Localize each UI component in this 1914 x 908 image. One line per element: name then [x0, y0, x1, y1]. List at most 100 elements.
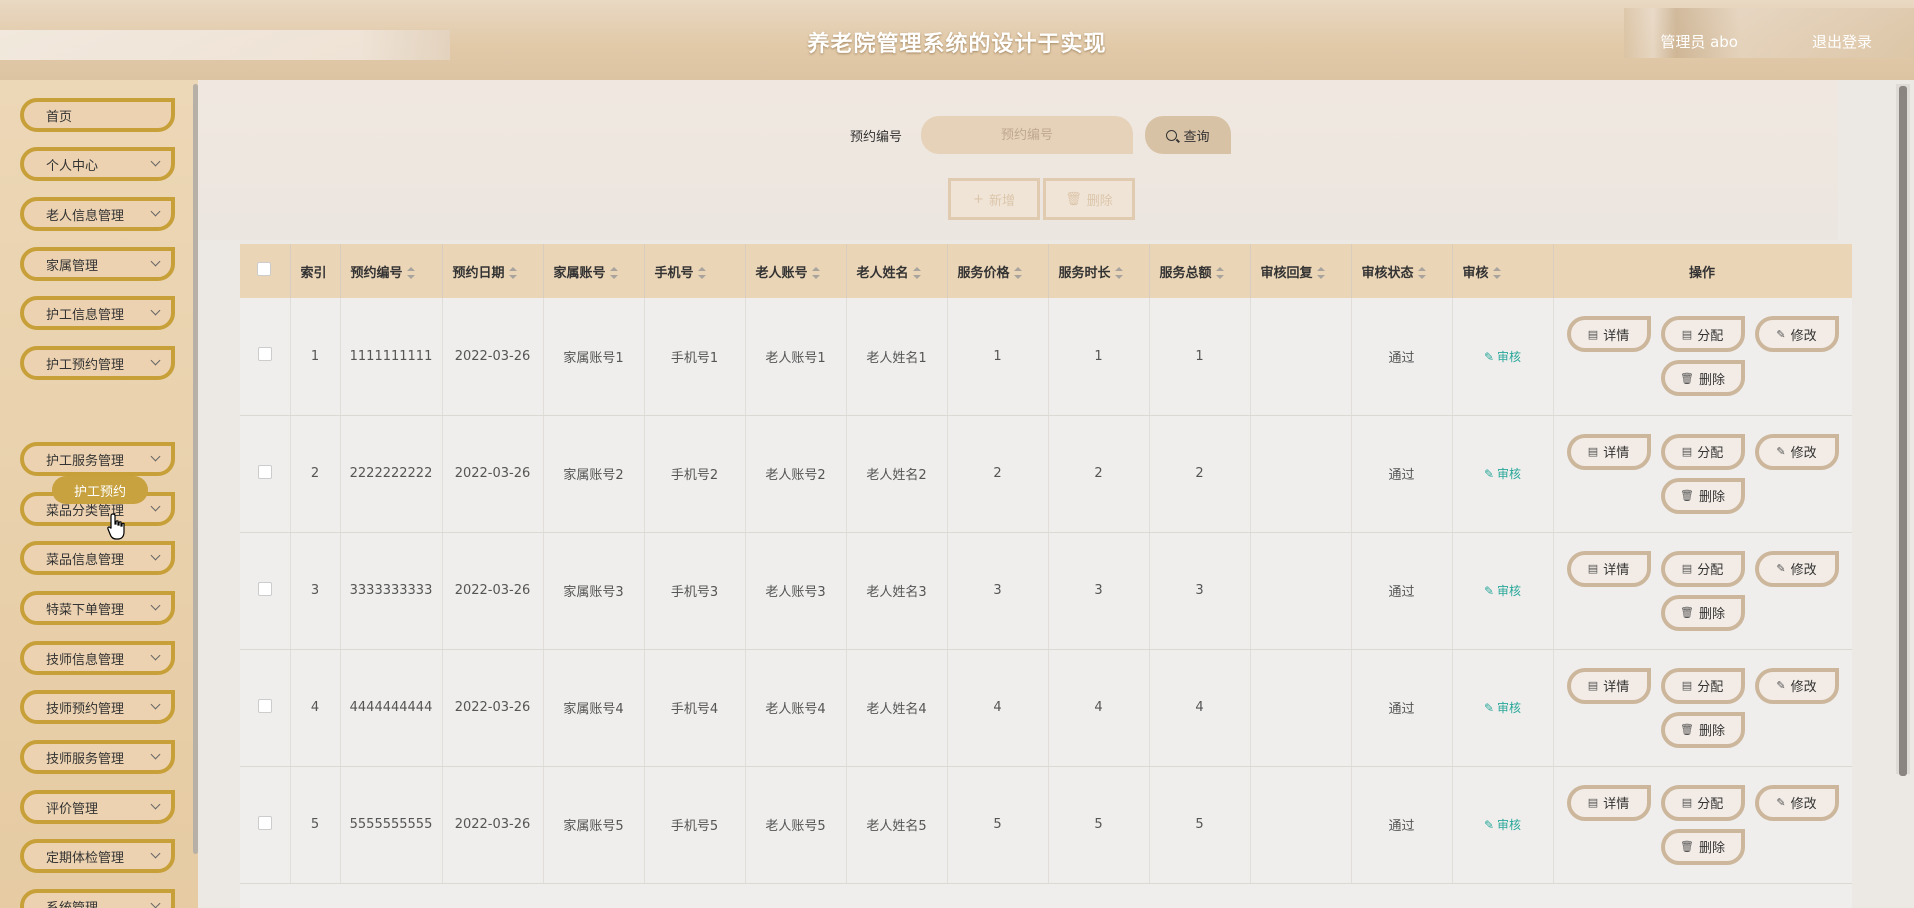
- cell-phone: 手机号1: [644, 298, 746, 416]
- delete-button[interactable]: 🗑 删除: [1660, 711, 1745, 748]
- row-checkbox-cell[interactable]: [240, 532, 291, 650]
- cell-booking-date: 2022-03-26: [442, 766, 544, 884]
- cell-booking-no: 3333333333: [340, 532, 443, 650]
- bulk-delete-button[interactable]: 🗑 删除: [1043, 178, 1135, 220]
- main-scrollbar-thumb[interactable]: [1899, 86, 1907, 776]
- select-all-checkbox[interactable]: [257, 262, 272, 276]
- delete-button[interactable]: 🗑 删除: [1660, 477, 1745, 514]
- col-header-phone[interactable]: 手机号: [644, 244, 746, 298]
- row-checkbox[interactable]: [257, 815, 272, 830]
- row-checkbox[interactable]: [257, 347, 272, 362]
- main-scrollbar[interactable]: [1896, 84, 1910, 776]
- sidebar-item[interactable]: 系统管理: [20, 889, 175, 908]
- row-checkbox-cell[interactable]: [240, 415, 291, 533]
- col-header-booking-no[interactable]: 预约编号: [340, 244, 443, 298]
- col-header-elder-name[interactable]: 老人姓名: [846, 244, 948, 298]
- sort-icon[interactable]: [697, 267, 706, 279]
- trash-icon: 🗑: [1680, 371, 1694, 385]
- booking-no-search-input[interactable]: [921, 116, 1133, 154]
- sort-icon[interactable]: [1013, 267, 1022, 279]
- sort-icon[interactable]: [1417, 267, 1426, 279]
- edit-button[interactable]: ✎ 修改: [1754, 433, 1839, 470]
- sort-icon[interactable]: [406, 267, 415, 279]
- col-header-duration[interactable]: 服务时长: [1048, 244, 1150, 298]
- sidebar-item-label: 评价管理: [46, 801, 99, 817]
- col-header-price[interactable]: 服务价格: [947, 244, 1049, 298]
- row-checkbox[interactable]: [257, 581, 272, 596]
- row-checkbox-cell[interactable]: [240, 298, 291, 416]
- sort-icon[interactable]: [1316, 267, 1325, 279]
- sidebar-item-label: 护工预约管理: [46, 357, 125, 373]
- detail-button[interactable]: ▤ 详情: [1566, 667, 1651, 704]
- cell-booking-date: 2022-03-26: [442, 298, 544, 416]
- sort-icon[interactable]: [811, 267, 820, 279]
- chevron-down-icon: [150, 156, 161, 167]
- col-header-booking-date[interactable]: 预约日期: [442, 244, 544, 298]
- assign-button[interactable]: ▤ 分配: [1660, 550, 1745, 587]
- col-header-index: 索引: [290, 244, 341, 298]
- sort-icon[interactable]: [1114, 267, 1123, 279]
- search-button[interactable]: 查询: [1145, 116, 1231, 154]
- chevron-down-icon: [150, 749, 161, 760]
- col-header-reply[interactable]: 审核回复: [1250, 244, 1352, 298]
- row-checkbox[interactable]: [257, 464, 272, 479]
- col-header-elder-account[interactable]: 老人账号: [745, 244, 847, 298]
- sidebar-item[interactable]: 定期体检管理: [20, 839, 175, 873]
- col-header-total[interactable]: 服务总额: [1149, 244, 1251, 298]
- sidebar-item[interactable]: 菜品信息管理: [20, 541, 175, 575]
- sidebar-item[interactable]: 技师服务管理: [20, 740, 175, 774]
- sidebar-item[interactable]: 老人信息管理: [20, 197, 175, 231]
- sidebar-item[interactable]: 家属管理: [20, 247, 175, 281]
- audit-link[interactable]: ✎ 审核: [1484, 584, 1521, 598]
- audit-link[interactable]: ✎ 审核: [1484, 467, 1521, 481]
- assign-button[interactable]: ▤ 分配: [1660, 316, 1745, 353]
- col-header-audit[interactable]: 审核: [1452, 244, 1554, 298]
- sort-icon[interactable]: [1215, 267, 1224, 279]
- add-button[interactable]: + 新增: [948, 178, 1040, 220]
- sidebar-item[interactable]: 技师信息管理: [20, 641, 175, 675]
- edit-button[interactable]: ✎ 修改: [1754, 667, 1839, 704]
- edit-button[interactable]: ✎ 修改: [1754, 550, 1839, 587]
- sidebar-item-label: 护工服务管理: [46, 453, 125, 469]
- select-all-checkbox-cell[interactable]: [240, 244, 291, 298]
- sidebar-item[interactable]: 评价管理: [20, 790, 175, 824]
- assign-button[interactable]: ▤ 分配: [1660, 433, 1745, 470]
- col-header-family-account[interactable]: 家属账号: [543, 244, 645, 298]
- cell-elder-name: 老人姓名2: [846, 415, 948, 533]
- sort-icon[interactable]: [609, 267, 618, 279]
- cell-duration: 2: [1048, 415, 1150, 533]
- sort-icon[interactable]: [912, 267, 921, 279]
- sidebar-item[interactable]: 技师预约管理: [20, 690, 175, 724]
- sidebar-item[interactable]: 个人中心: [20, 147, 175, 181]
- sort-icon[interactable]: [1492, 267, 1501, 279]
- cell-audit: ✎ 审核: [1452, 649, 1554, 767]
- sidebar-item[interactable]: 护工预约管理: [20, 346, 175, 380]
- row-checkbox[interactable]: [257, 698, 272, 713]
- row-checkbox-cell[interactable]: [240, 649, 291, 767]
- detail-button[interactable]: ▤ 详情: [1566, 784, 1651, 821]
- detail-button[interactable]: ▤ 详情: [1566, 433, 1651, 470]
- table-row: 1 1111111111 2022-03-26 家属账号1 手机号1 老人账号1 老人姓名1…: [240, 298, 1852, 416]
- assign-button[interactable]: ▤ 分配: [1660, 784, 1745, 821]
- col-header-status[interactable]: 审核状态: [1351, 244, 1453, 298]
- sidebar-item[interactable]: 护工服务管理: [20, 442, 175, 476]
- edit-button[interactable]: ✎ 修改: [1754, 316, 1839, 353]
- delete-button[interactable]: 🗑 删除: [1660, 360, 1745, 397]
- detail-button[interactable]: ▤ 详情: [1566, 316, 1651, 353]
- assign-button[interactable]: ▤ 分配: [1660, 667, 1745, 704]
- chevron-down-icon: [150, 256, 161, 267]
- sidebar-item[interactable]: 特菜下单管理: [20, 591, 175, 625]
- sidebar-subitem-caregiver-booking[interactable]: 护工预约: [52, 476, 148, 504]
- delete-button[interactable]: 🗑 删除: [1660, 594, 1745, 631]
- sort-icon[interactable]: [508, 267, 517, 279]
- logout-link[interactable]: 退出登录: [1812, 31, 1872, 52]
- sidebar-item[interactable]: 护工信息管理: [20, 296, 175, 330]
- delete-button[interactable]: 🗑 删除: [1660, 828, 1745, 865]
- audit-link[interactable]: ✎ 审核: [1484, 701, 1521, 715]
- audit-link[interactable]: ✎ 审核: [1484, 350, 1521, 364]
- edit-button[interactable]: ✎ 修改: [1754, 784, 1839, 821]
- audit-link[interactable]: ✎ 审核: [1484, 818, 1521, 832]
- detail-button[interactable]: ▤ 详情: [1566, 550, 1651, 587]
- sidebar-item[interactable]: 首页: [20, 98, 175, 132]
- row-checkbox-cell[interactable]: [240, 766, 291, 884]
